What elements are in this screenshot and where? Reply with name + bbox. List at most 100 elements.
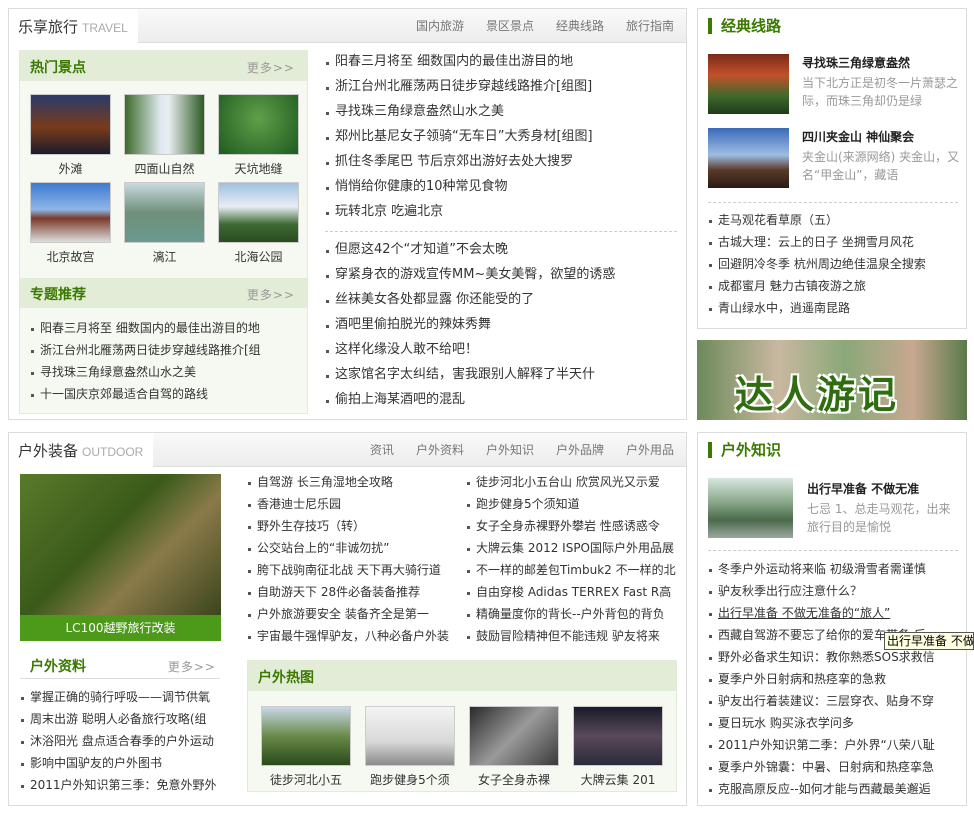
spot-lijiang[interactable]: 漓江 bbox=[124, 182, 205, 265]
list-item[interactable]: 夏季户外锦囊：中暑、日射病和热痉挛急 bbox=[708, 756, 960, 778]
list-item[interactable]: 悄悄给你健康的10种常见食物 bbox=[325, 174, 681, 199]
outdoor-list-1: 自驾游 长三角湿地全攻略 香港迪士尼乐园 野外生存技巧（转） 公交站台上的“非诚… bbox=[247, 471, 452, 647]
list-item[interactable]: 冬季户外运动将来临 初级滑雪者需谨慎 bbox=[708, 558, 960, 580]
spot-beihai[interactable]: 北海公园 bbox=[218, 182, 299, 265]
hot-pic[interactable]: 大牌云集 201 bbox=[573, 706, 663, 788]
list-item[interactable]: 丝袜美女各处都显露 你还能受的了 bbox=[325, 287, 681, 312]
list-item[interactable]: 胯下战驹南征北战 天下再大骑行道 bbox=[247, 559, 452, 581]
list-item[interactable]: 影响中国驴友的户外图书 bbox=[20, 752, 220, 774]
nav-news[interactable]: 资讯 bbox=[370, 443, 394, 457]
nav-routes[interactable]: 经典线路 bbox=[556, 19, 604, 33]
travel-nav: 国内旅游 景区景点 经典线路 旅行指南 bbox=[394, 17, 674, 34]
classic-list: 走马观花看草原（五） 古城大理：云上的日子 坐拥雪月风花 回避阴冷冬季 杭州周边… bbox=[708, 209, 960, 319]
list-item[interactable]: 这样化缘没人敢不给吧！ bbox=[325, 337, 681, 362]
list-item[interactable]: 寻找珠三角绿意盎然山水之美 bbox=[325, 99, 681, 124]
hot-pics-bar: 户外热图 bbox=[248, 661, 676, 691]
list-item[interactable]: 不一样的邮差包Timbuk2 不一样的北 bbox=[466, 559, 676, 581]
nav-scenic[interactable]: 景区景点 bbox=[486, 19, 534, 33]
list-item[interactable]: 寻找珠三角绿意盎然山水之美 bbox=[30, 361, 270, 383]
hot-pic[interactable]: 徒步河北小五 bbox=[261, 706, 351, 788]
list-item[interactable]: 鼓励冒险精神但不能违规 驴友将来 bbox=[466, 625, 676, 647]
list-item[interactable]: 自由穿梭 Adidas TERREX Fast R高 bbox=[466, 581, 676, 603]
list-item[interactable]: 穿紧身衣的游戏宣传MM~美女美臀，欲望的诱惑 bbox=[325, 262, 681, 287]
list-item[interactable]: 酒吧里偷拍脱光的辣妹秀舞 bbox=[325, 312, 681, 337]
list-item[interactable]: 女子全身赤裸野外攀岩 性感诱惑令 bbox=[466, 515, 676, 537]
list-item[interactable]: 这家馆名字太纠结，害我跟别人解释了半天什 bbox=[325, 362, 681, 387]
list-item[interactable]: 玩转北京 吃遍北京 bbox=[325, 199, 681, 224]
spot-simianshan[interactable]: 四面山自然 bbox=[124, 94, 205, 177]
nav-brands[interactable]: 户外品牌 bbox=[556, 443, 604, 457]
knowledge-section: 户外知识 出行早准备 不做无准 七忌 1、总走马观花，出来旅行目的是愉悦 冬季户… bbox=[697, 432, 967, 806]
outdoor-photo[interactable]: LC100越野旅行改装 bbox=[20, 474, 221, 641]
nav-gear[interactable]: 户外用品 bbox=[626, 443, 674, 457]
info-bar: 户外资料 更多>> bbox=[20, 649, 220, 679]
hot-pics-panel: 户外热图 徒步河北小五 跑步健身5个须 女子全身赤裸 大牌云集 201 bbox=[247, 660, 677, 792]
list-item[interactable]: 回避阴冷冬季 杭州周边绝佳温泉全搜索 bbox=[708, 253, 960, 275]
list-item[interactable]: 抓住冬季尾巴 节后京郊出游好去处大搜罗 bbox=[325, 149, 681, 174]
special-more-link[interactable]: 更多>> bbox=[247, 286, 295, 303]
travelogue-banner[interactable]: 达人游记 bbox=[697, 340, 967, 420]
classic-title: 经典线路 bbox=[708, 18, 781, 34]
feature-image bbox=[708, 54, 789, 114]
list-item[interactable]: 周末出游 聪明人必备旅行攻略(组 bbox=[20, 708, 220, 730]
list-item[interactable]: 成都蜜月 魅力古镇夜游之旅 bbox=[708, 275, 960, 297]
nav-info[interactable]: 户外资料 bbox=[416, 443, 464, 457]
list-item[interactable]: 十一国庆京郊最适合自驾的路线 bbox=[30, 383, 270, 405]
photo-caption: LC100越野旅行改装 bbox=[20, 615, 221, 641]
nav-knowledge[interactable]: 户外知识 bbox=[486, 443, 534, 457]
list-item[interactable]: 出行早准备 不做无准备的“旅人” bbox=[708, 602, 960, 624]
list-item[interactable]: 克服高原反应--如何才能与西藏最美邂逅 bbox=[708, 778, 960, 800]
nav-guide[interactable]: 旅行指南 bbox=[626, 19, 674, 33]
list-item[interactable]: 浙江台州北雁荡两日徒步穿越线路推介[组 bbox=[30, 339, 270, 361]
list-item[interactable]: 但愿这42个“才知道”不会太晚 bbox=[325, 237, 681, 262]
outdoor-info-panel: 户外资料 更多>> bbox=[20, 649, 220, 679]
outdoor-nav: 资讯 户外资料 户外知识 户外品牌 户外用品 bbox=[348, 441, 674, 458]
divider bbox=[325, 231, 677, 232]
list-item[interactable]: 自助游天下 28件必备装备推荐 bbox=[247, 581, 452, 603]
list-item[interactable]: 掌握正确的骑行呼吸——调节供氧 bbox=[20, 686, 220, 708]
list-item[interactable]: 驴友秋季出行应注意什么？ bbox=[708, 580, 960, 602]
list-item[interactable]: 古城大理：云上的日子 坐拥雪月风花 bbox=[708, 231, 960, 253]
knowledge-list: 冬季户外运动将来临 初级滑雪者需谨慎 驴友秋季出行应注意什么？ 出行早准备 不做… bbox=[708, 558, 960, 800]
list-item[interactable]: 徒步河北小五台山 欣赏风光又示爱 bbox=[466, 471, 676, 493]
knowledge-title: 户外知识 bbox=[708, 442, 781, 458]
list-item[interactable]: 精确量度你的背长--户外背包的背负 bbox=[466, 603, 676, 625]
list-item[interactable]: 驴友出行着装建议：三层穿衣、贴身不穿 bbox=[708, 690, 960, 712]
list-item[interactable]: 2011户外知识第二季：户外界“八荣八耻 bbox=[708, 734, 960, 756]
list-item[interactable]: 郑州比基尼女子领骑“无车日”大秀身材[组图] bbox=[325, 124, 681, 149]
list-item[interactable]: 阳春三月将至 细数国内的最佳出游目的地 bbox=[325, 49, 681, 74]
list-item[interactable]: 自驾游 长三角湿地全攻略 bbox=[247, 471, 452, 493]
list-item[interactable]: 沐浴阳光 盘点适合春季的户外运动 bbox=[20, 730, 220, 752]
hot-more-link[interactable]: 更多>> bbox=[247, 59, 295, 76]
feature-card[interactable]: 出行早准备 不做无准 七忌 1、总走马观花，出来旅行目的是愉悦 bbox=[708, 478, 963, 540]
outdoor-list-2: 徒步河北小五台山 欣赏风光又示爱 跑步健身5个须知道 女子全身赤裸野外攀岩 性感… bbox=[466, 471, 676, 647]
list-item[interactable]: 公交站台上的“非诚勿扰” bbox=[247, 537, 452, 559]
special-list: 阳春三月将至 细数国内的最佳出游目的地 浙江台州北雁荡两日徒步穿越线路推介[组 … bbox=[30, 317, 270, 405]
nav-domestic[interactable]: 国内旅游 bbox=[416, 19, 464, 33]
list-item[interactable]: 跑步健身5个须知道 bbox=[466, 493, 676, 515]
list-item[interactable]: 宇宙最牛强悍驴友，八种必备户外装 bbox=[247, 625, 452, 647]
list-item[interactable]: 野外生存技巧（转） bbox=[247, 515, 452, 537]
travel-news-list-1: 阳春三月将至 细数国内的最佳出游目的地 浙江台州北雁荡两日徒步穿越线路推介[组图… bbox=[325, 49, 681, 224]
list-item[interactable]: 阳春三月将至 细数国内的最佳出游目的地 bbox=[30, 317, 270, 339]
spot-forbidden-city[interactable]: 北京故宫 bbox=[30, 182, 111, 265]
feature-card[interactable]: 四川夹金山 神仙聚会 夹金山(来源网络) 夹金山，又名“甲金山”，藏语 bbox=[708, 128, 963, 190]
list-item[interactable]: 2011户外知识第三季：免意外野外 bbox=[20, 774, 220, 796]
list-item[interactable]: 偷拍上海某酒吧的混乱 bbox=[325, 387, 681, 412]
list-item[interactable]: 夏季户外日射病和热痉挛的急救 bbox=[708, 668, 960, 690]
spot-bund[interactable]: 外滩 bbox=[30, 94, 111, 177]
info-more-link[interactable]: 更多>> bbox=[168, 658, 216, 675]
list-item[interactable]: 香港迪士尼乐园 bbox=[247, 493, 452, 515]
spot-tiankeng[interactable]: 天坑地缝 bbox=[218, 94, 299, 177]
list-item[interactable]: 户外旅游要安全 装备齐全是第一 bbox=[247, 603, 452, 625]
feature-card[interactable]: 寻找珠三角绿意盎然 当下北方正是初冬一片萧瑟之际，而珠三角却仍是绿 bbox=[708, 54, 963, 116]
divider bbox=[708, 202, 958, 203]
list-item[interactable]: 夏日玩水 购买泳衣学问多 bbox=[708, 712, 960, 734]
hot-spots-panel: 热门景点 更多>> 外滩 四面山自然 天坑地缝 北京故宫 漓江 北海公园 专题推荐… bbox=[19, 50, 308, 414]
hot-pic[interactable]: 跑步健身5个须 bbox=[365, 706, 455, 788]
list-item[interactable]: 浙江台州北雁荡两日徒步穿越线路推介[组图] bbox=[325, 74, 681, 99]
list-item[interactable]: 青山绿水中，逍遥南昆路 bbox=[708, 297, 960, 319]
hot-pic[interactable]: 女子全身赤裸 bbox=[469, 706, 559, 788]
list-item[interactable]: 大牌云集 2012 ISPO国际户外用品展 bbox=[466, 537, 676, 559]
list-item[interactable]: 走马观花看草原（五） bbox=[708, 209, 960, 231]
